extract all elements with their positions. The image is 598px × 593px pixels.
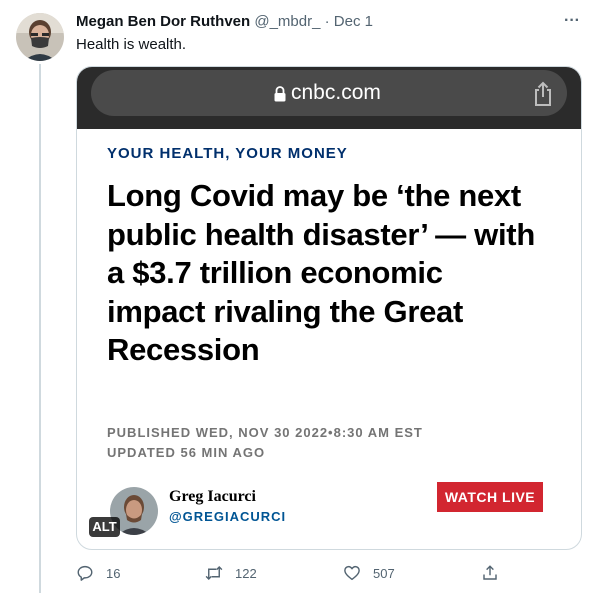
separator: · bbox=[324, 13, 330, 30]
article-headline: Long Covid may be ‘the next public healt… bbox=[107, 178, 535, 367]
watch-live-button: WATCH LIVE bbox=[437, 482, 543, 512]
retweet-icon bbox=[205, 565, 223, 581]
author-handle[interactable]: @_mbdr_ bbox=[254, 13, 320, 30]
retweet-count: 122 bbox=[235, 565, 257, 581]
article-author-name: Greg Iacurci bbox=[169, 488, 256, 505]
url-bar: cnbc.com bbox=[91, 70, 567, 116]
url-text: cnbc.com bbox=[291, 81, 381, 104]
share-button[interactable] bbox=[481, 561, 499, 585]
upload-icon bbox=[483, 565, 497, 580]
like-button[interactable]: 507 bbox=[343, 561, 395, 585]
like-count: 507 bbox=[373, 565, 395, 581]
more-options-icon[interactable]: ··· bbox=[561, 11, 583, 31]
heart-icon bbox=[344, 565, 360, 581]
reply-icon bbox=[77, 565, 93, 581]
reply-count: 16 bbox=[106, 565, 121, 581]
tweet-header: Megan Ben Dor Ruthven @_mbdr_ · Dec 1 bbox=[76, 12, 373, 32]
avatar-image bbox=[16, 13, 64, 61]
reply-button[interactable]: 16 bbox=[76, 561, 120, 585]
avatar[interactable] bbox=[16, 13, 64, 61]
tweet: Megan Ben Dor Ruthven @_mbdr_ · Dec 1 ··… bbox=[0, 0, 598, 593]
media-image[interactable]: cnbc.com YOUR HEALTH, YOUR MONEY Long Co… bbox=[76, 66, 582, 550]
article-updated: UPDATED 56 MIN AGO bbox=[107, 445, 266, 460]
share-icon bbox=[535, 81, 551, 106]
tweet-time[interactable]: Dec 1 bbox=[334, 13, 373, 30]
article-published: PUBLISHED WED, NOV 30 2022•8:30 AM EST bbox=[107, 425, 423, 440]
browser-bar: cnbc.com bbox=[77, 67, 581, 129]
author-name[interactable]: Megan Ben Dor Ruthven bbox=[76, 13, 250, 30]
article-author-handle: @GREGIACURCI bbox=[169, 509, 287, 524]
thread-line bbox=[39, 64, 41, 593]
tweet-text: Health is wealth. bbox=[76, 36, 187, 53]
lock-icon bbox=[274, 86, 286, 102]
retweet-button[interactable]: 122 bbox=[205, 561, 257, 585]
tweet-actions: 16 122 507 bbox=[76, 561, 506, 585]
article-category: YOUR HEALTH, YOUR MONEY bbox=[107, 145, 348, 162]
alt-badge[interactable]: ALT bbox=[89, 517, 120, 537]
